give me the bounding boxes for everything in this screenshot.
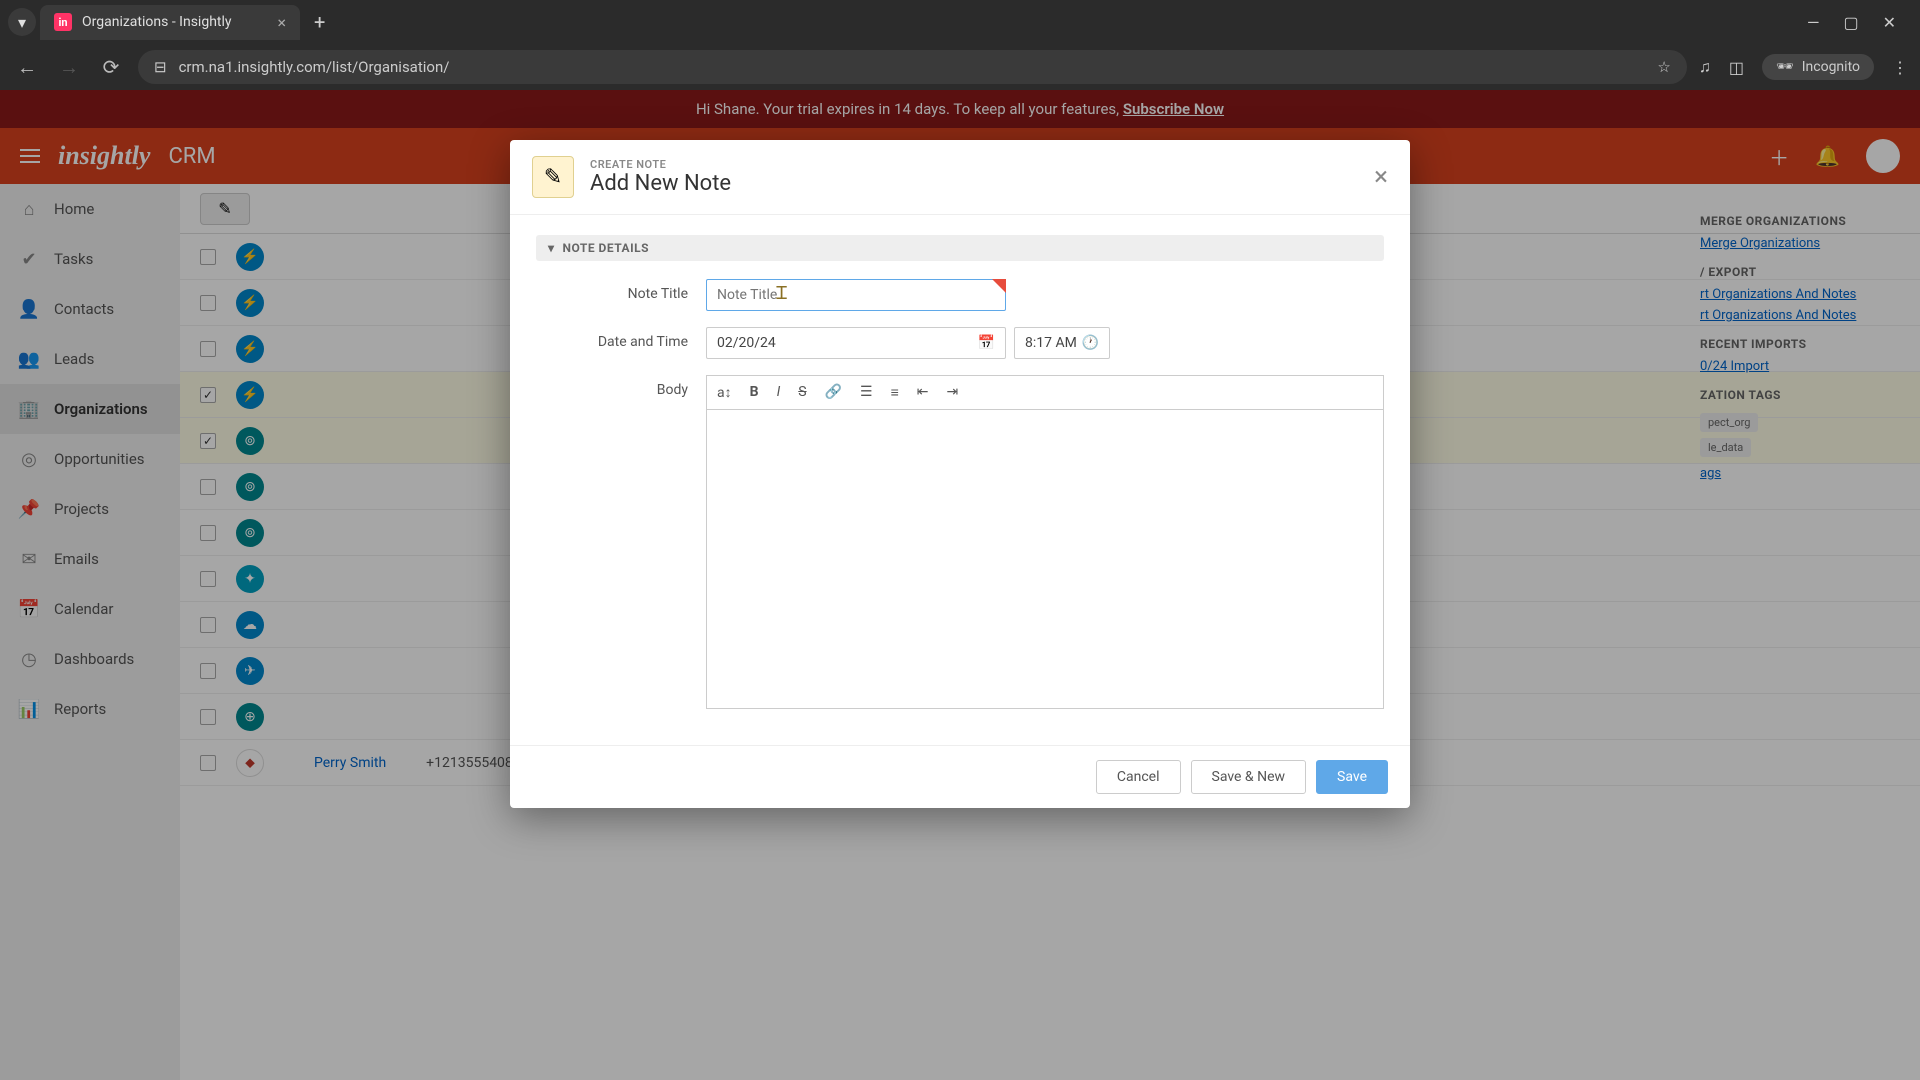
modal-overlay: ✎ CREATE NOTE Add New Note × ▾ NOTE DETA… (0, 90, 1920, 1080)
modal-body: ▾ NOTE DETAILS Note Title Ꮖ Date and Tim… (510, 215, 1410, 745)
note-details-section[interactable]: ▾ NOTE DETAILS (536, 235, 1384, 261)
site-info-icon[interactable]: ⊟ (154, 58, 167, 76)
text-cursor-icon: Ꮖ (776, 283, 778, 301)
browser-chrome: ▾ in Organizations - Insightly × + — ▢ ✕… (0, 0, 1920, 90)
modal-title: Add New Note (590, 171, 1358, 196)
tab-close-button[interactable]: × (277, 13, 286, 32)
body-editor[interactable] (706, 409, 1384, 709)
new-tab-button[interactable]: + (304, 10, 335, 34)
modal-eyebrow: CREATE NOTE (590, 158, 1358, 171)
side-panel-icon[interactable]: ◫ (1729, 58, 1744, 77)
cancel-button[interactable]: Cancel (1096, 760, 1181, 794)
note-title-input[interactable] (706, 279, 1006, 311)
modal-header: ✎ CREATE NOTE Add New Note × (510, 140, 1410, 215)
reload-button[interactable]: ⟳ (96, 55, 126, 79)
app-viewport: Hi Shane. Your trial expires in 14 days.… (0, 90, 1920, 1080)
bullet-list-button[interactable]: ☰ (860, 384, 873, 401)
datetime-label: Date and Time (536, 327, 706, 350)
tab-bar: ▾ in Organizations - Insightly × + — ▢ ✕ (0, 0, 1920, 44)
required-indicator (992, 279, 1006, 293)
media-icon[interactable]: ♫ (1699, 57, 1711, 77)
outdent-button[interactable]: ⇤ (917, 384, 929, 401)
chevron-down-icon: ▾ (548, 241, 555, 255)
date-value: 02/20/24 (717, 335, 776, 351)
menu-button[interactable]: ⋮ (1892, 58, 1908, 77)
save-and-new-button[interactable]: Save & New (1191, 760, 1307, 794)
clock-icon: 🕐 (1082, 335, 1099, 351)
note-icon: ✎ (532, 156, 574, 198)
font-size-button[interactable]: a↕ (717, 384, 732, 401)
calendar-icon: 📅 (978, 335, 995, 351)
title-label: Note Title (536, 279, 706, 302)
numbered-list-button[interactable]: ≡ (891, 384, 899, 401)
bold-button[interactable]: B (750, 384, 759, 401)
save-button[interactable]: Save (1316, 760, 1388, 794)
forward-button[interactable]: → (54, 55, 84, 80)
indent-button[interactable]: ⇥ (946, 384, 958, 401)
address-bar: ← → ⟳ ⊟ crm.na1.insightly.com/list/Organ… (0, 44, 1920, 90)
browser-tab[interactable]: in Organizations - Insightly × (40, 5, 300, 40)
url-text: crm.na1.insightly.com/list/Organisation/ (179, 58, 450, 76)
bookmark-icon[interactable]: ☆ (1657, 58, 1670, 76)
url-input[interactable]: ⊟ crm.na1.insightly.com/list/Organisatio… (138, 50, 1687, 84)
tab-search-button[interactable]: ▾ (8, 8, 36, 36)
close-window-button[interactable]: ✕ (1883, 13, 1896, 32)
incognito-icon: 🕶 (1776, 59, 1794, 75)
editor-toolbar: a↕ B I S 🔗 ☰ ≡ ⇤ ⇥ (706, 375, 1384, 409)
section-label: NOTE DETAILS (563, 241, 649, 255)
strike-button[interactable]: S (798, 384, 806, 401)
window-controls: — ▢ ✕ (1807, 13, 1912, 32)
time-input[interactable]: 8:17 AM 🕐 (1014, 327, 1110, 359)
incognito-label: Incognito (1802, 59, 1860, 75)
body-label: Body (536, 375, 706, 398)
create-note-modal: ✎ CREATE NOTE Add New Note × ▾ NOTE DETA… (510, 140, 1410, 808)
date-input[interactable]: 02/20/24 📅 (706, 327, 1006, 359)
favicon-icon: in (54, 13, 72, 31)
tab-title: Organizations - Insightly (82, 14, 232, 30)
incognito-indicator[interactable]: 🕶 Incognito (1762, 54, 1874, 80)
back-button[interactable]: ← (12, 55, 42, 80)
modal-footer: Cancel Save & New Save (510, 745, 1410, 808)
minimize-button[interactable]: — (1807, 13, 1820, 32)
maximize-button[interactable]: ▢ (1843, 13, 1858, 32)
time-value: 8:17 AM (1025, 335, 1077, 351)
italic-button[interactable]: I (777, 384, 781, 401)
link-button[interactable]: 🔗 (825, 384, 842, 401)
modal-close-button[interactable]: × (1374, 162, 1388, 192)
